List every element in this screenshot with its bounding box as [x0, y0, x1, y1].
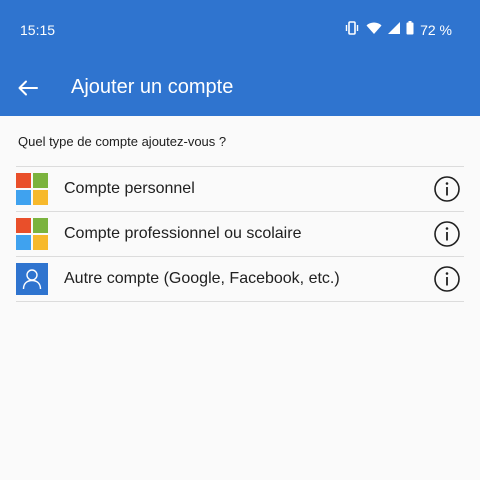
vibrate-icon [344, 20, 360, 40]
account-option-label: Autre compte (Google, Facebook, etc.) [64, 270, 340, 287]
top-bar: 15:15 72 % Ajouter un compte [0, 0, 480, 116]
microsoft-logo-icon [16, 218, 48, 250]
account-type-question: Quel type de compte ajoutez-vous ? [18, 134, 227, 149]
info-icon [434, 266, 460, 292]
account-option-label: Compte personnel [64, 180, 195, 197]
info-button-work-school[interactable] [434, 221, 460, 247]
page-title: Ajouter un compte [71, 76, 234, 98]
info-button-personal[interactable] [434, 176, 460, 202]
info-button-other[interactable] [434, 266, 460, 292]
account-option-label: Compte professionnel ou scolaire [64, 225, 302, 242]
battery-icon [406, 20, 414, 40]
app-bar: Ajouter un compte [0, 60, 480, 116]
account-option-other[interactable]: Autre compte (Google, Facebook, etc.) [16, 257, 464, 302]
status-time: 15:15 [20, 22, 56, 38]
info-icon [434, 221, 460, 247]
battery-percent: 72 % [420, 22, 452, 38]
microsoft-logo-icon [16, 173, 48, 205]
signal-icon [388, 21, 401, 39]
status-bar: 15:15 72 % [0, 0, 480, 60]
account-type-list: Compte personnel Compte professionnel ou… [16, 166, 464, 302]
info-icon [434, 176, 460, 202]
wifi-icon [366, 21, 382, 40]
status-icons: 72 % [344, 20, 452, 40]
back-button[interactable] [16, 76, 40, 100]
arrow-left-icon [18, 80, 38, 96]
account-option-work-school[interactable]: Compte professionnel ou scolaire [16, 212, 464, 257]
account-option-personal[interactable]: Compte personnel [16, 167, 464, 212]
user-icon [16, 263, 48, 295]
